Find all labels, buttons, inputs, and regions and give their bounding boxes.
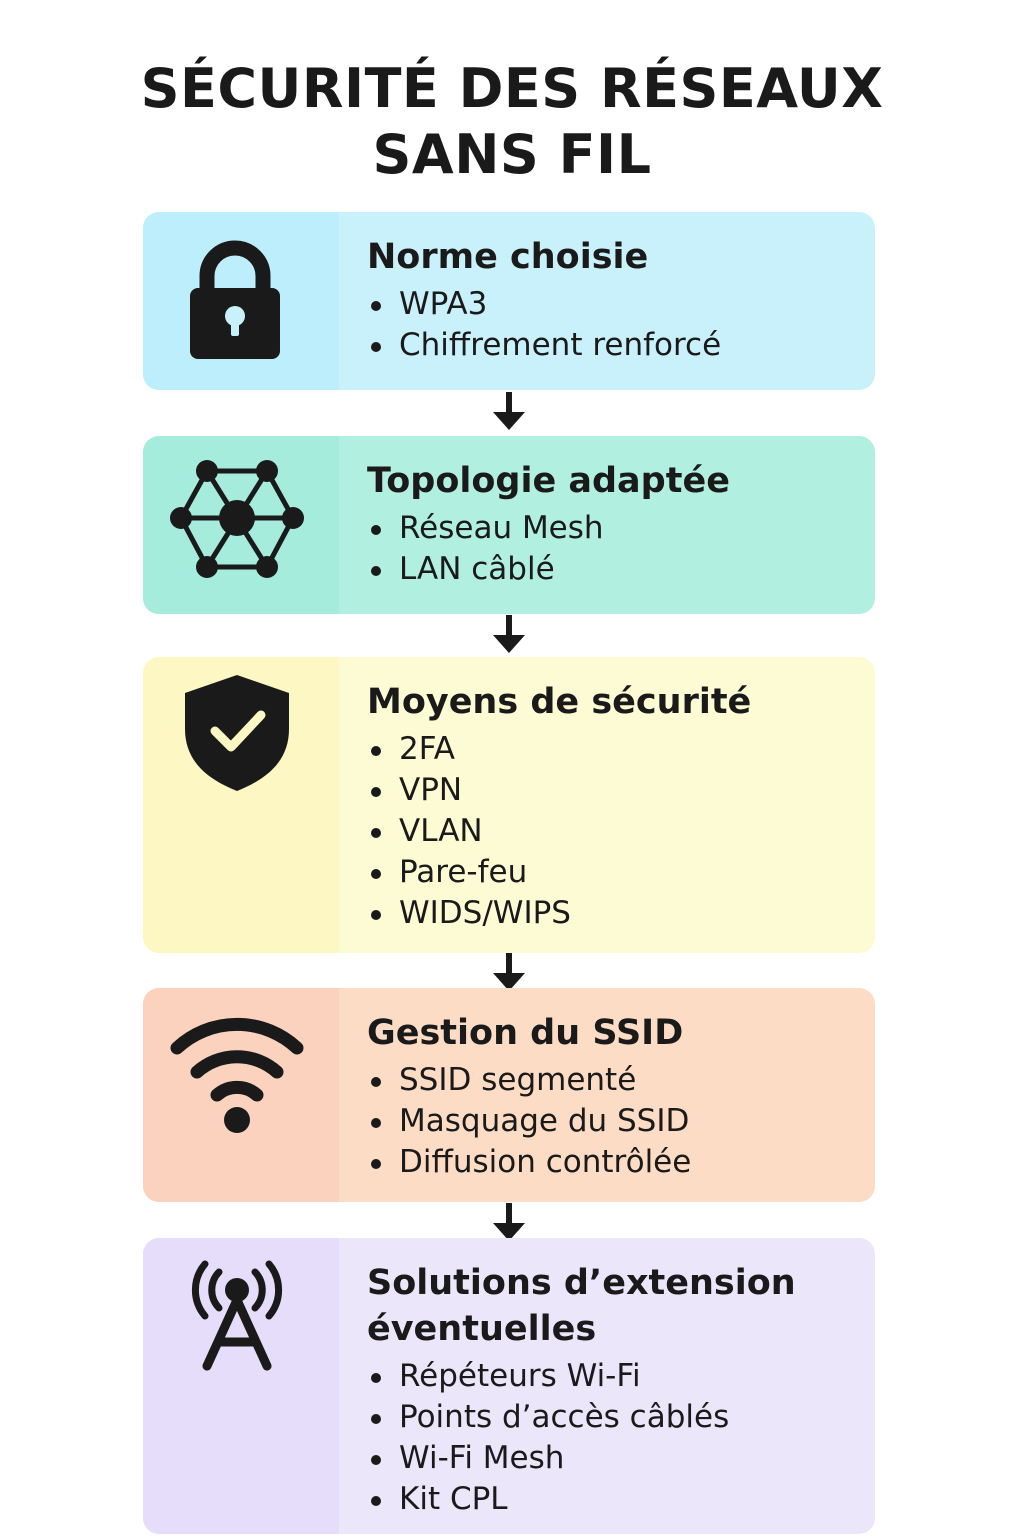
flow-arrow-down-icon <box>493 392 525 430</box>
flow-arrow-down-icon <box>493 953 525 991</box>
list-item: Kit CPL <box>367 1479 875 1520</box>
antenna-icon <box>191 1260 283 1371</box>
step-card-topologie: Topologie adaptée Réseau Mesh LAN câblé <box>143 436 875 614</box>
flow-arrow-down-icon <box>493 1203 525 1241</box>
step-item-list: Répéteurs Wi-Fi Points d’accès câblés Wi… <box>367 1356 875 1520</box>
list-item: Répéteurs Wi-Fi <box>367 1356 875 1397</box>
list-item: Diffusion contrôlée <box>367 1142 875 1183</box>
list-item: Pare-feu <box>367 852 875 893</box>
page-title-line-1: SÉCURITÉ DES RÉSEAUX <box>140 57 884 120</box>
step-card-extension: Solutions d’extension éventuelles Répéte… <box>143 1238 875 1534</box>
step-heading-line-2: éventuelles <box>367 1309 597 1349</box>
list-item: WIDS/WIPS <box>367 893 875 934</box>
step-item-list: 2FA VPN VLAN Pare-feu WIDS/WIPS <box>367 729 875 934</box>
shield-check-icon <box>185 675 289 791</box>
step-heading: Topologie adaptée <box>367 461 730 501</box>
list-item: 2FA <box>367 729 875 770</box>
list-item: WPA3 <box>367 284 875 325</box>
network-icon <box>170 460 304 578</box>
step-heading: Moyens de sécurité <box>367 682 752 722</box>
step-heading-line-1: Solutions d’extension <box>367 1263 796 1303</box>
step-heading: Norme choisie <box>367 237 649 277</box>
list-item: VPN <box>367 770 875 811</box>
step-heading: Solutions d’extension éventuelles <box>367 1260 875 1352</box>
page-title: SÉCURITÉ DES RÉSEAUX SANS FIL <box>0 56 1024 188</box>
step-card-moyens: Moyens de sécurité 2FA VPN VLAN Pare-feu… <box>143 657 875 953</box>
list-item: SSID segmenté <box>367 1060 875 1101</box>
step-icon-panel <box>143 988 339 1202</box>
step-card-ssid: Gestion du SSID SSID segmenté Masquage d… <box>143 988 875 1202</box>
list-item: VLAN <box>367 811 875 852</box>
list-item: Points d’accès câblés <box>367 1397 875 1438</box>
list-item: LAN câblé <box>367 549 875 590</box>
flow-arrow-down-icon <box>493 615 525 653</box>
lock-icon <box>190 240 280 359</box>
list-item: Réseau Mesh <box>367 508 875 549</box>
list-item: Masquage du SSID <box>367 1101 875 1142</box>
page-title-line-2: SANS FIL <box>372 123 652 186</box>
step-card-norme: Norme choisie WPA3 Chiffrement renforcé <box>143 212 875 390</box>
step-icon-panel <box>143 657 339 953</box>
step-icon-panel <box>143 1238 339 1534</box>
list-item: Wi-Fi Mesh <box>367 1438 875 1479</box>
step-item-list: SSID segmenté Masquage du SSID Diffusion… <box>367 1060 875 1183</box>
step-icon-panel <box>143 212 339 390</box>
list-item: Chiffrement renforcé <box>367 325 875 366</box>
step-heading: Gestion du SSID <box>367 1013 684 1053</box>
step-item-list: Réseau Mesh LAN câblé <box>367 508 875 590</box>
wifi-icon <box>170 1017 304 1133</box>
step-item-list: WPA3 Chiffrement renforcé <box>367 284 875 366</box>
step-icon-panel <box>143 436 339 614</box>
